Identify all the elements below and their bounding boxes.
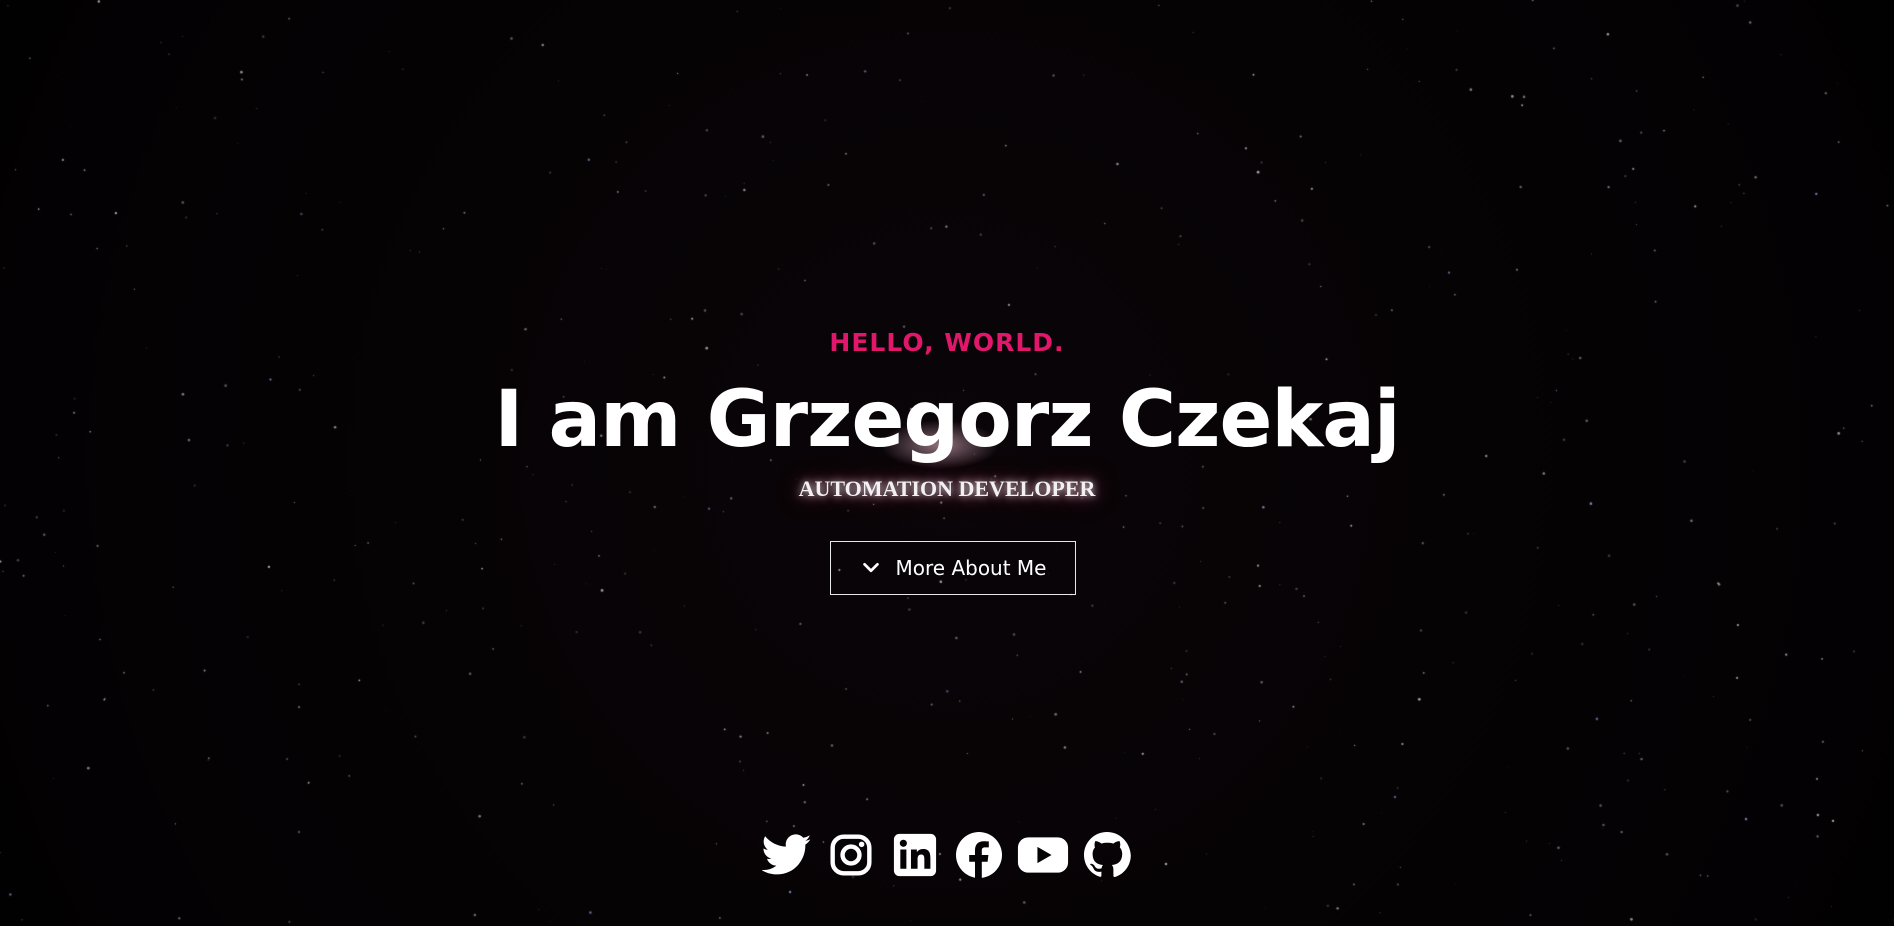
twitter-link[interactable]	[761, 829, 813, 881]
greeting-text: HELLO, WORLD.	[829, 328, 1065, 357]
github-link[interactable]	[1081, 829, 1133, 881]
hero-section: HELLO, WORLD. I am Grzegorz Czekaj AUTOM…	[0, 0, 1894, 926]
facebook-link[interactable]	[953, 829, 1005, 881]
facebook-icon	[956, 832, 1002, 879]
chevron-down-icon	[862, 562, 879, 573]
more-about-me-button[interactable]: More About Me	[830, 541, 1076, 595]
instagram-icon	[830, 834, 872, 876]
linkedin-icon	[893, 833, 937, 877]
twitter-icon	[762, 834, 812, 875]
linkedin-link[interactable]	[889, 829, 941, 881]
github-icon	[1084, 832, 1131, 878]
role-subtitle: AUTOMATION DEVELOPER	[798, 476, 1096, 501]
social-links	[0, 829, 1894, 881]
page-title: I am Grzegorz Czekaj	[494, 375, 1400, 465]
more-about-me-label: More About Me	[895, 556, 1047, 580]
youtube-icon	[1017, 837, 1069, 873]
instagram-link[interactable]	[825, 829, 877, 881]
youtube-link[interactable]	[1017, 829, 1069, 881]
